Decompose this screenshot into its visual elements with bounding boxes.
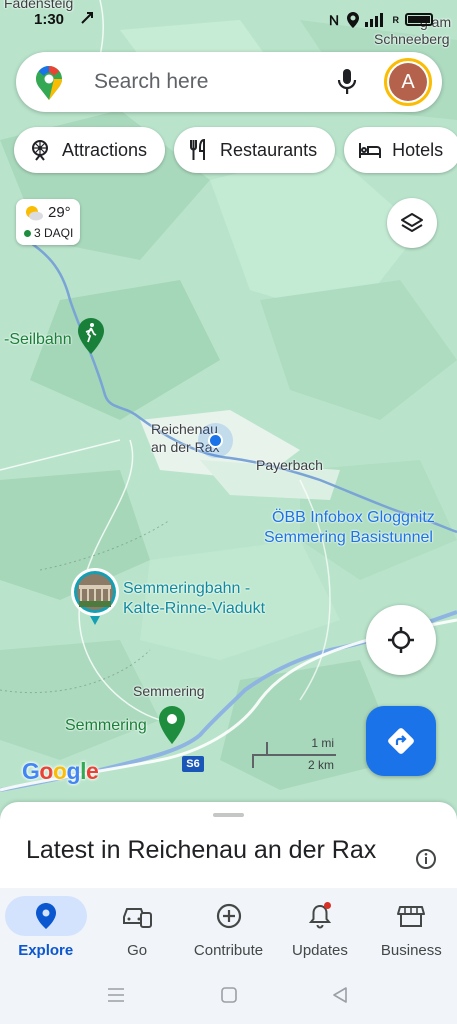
map-label-viaduct[interactable]: Semmeringbahn - bbox=[123, 578, 250, 600]
nav-explore[interactable]: Explore bbox=[0, 888, 91, 964]
nfc-icon: Ｎ bbox=[327, 13, 341, 28]
nav-label: Contribute bbox=[193, 942, 264, 959]
nav-updates[interactable]: Updates bbox=[274, 888, 365, 964]
notification-badge bbox=[323, 902, 331, 909]
map-label-semmering-town[interactable]: Semmering bbox=[133, 682, 205, 700]
directions-icon bbox=[388, 728, 414, 754]
nav-contribute[interactable]: Contribute bbox=[183, 888, 274, 964]
weather-widget[interactable]: 29° 3 DAQI bbox=[16, 199, 80, 245]
weather-temperature: 29° bbox=[48, 204, 71, 221]
directions-button[interactable] bbox=[366, 706, 436, 776]
pin-icon bbox=[35, 903, 56, 929]
weather-aqi: 3 DAQI bbox=[34, 226, 74, 240]
menu-icon[interactable] bbox=[106, 986, 126, 1004]
status-bar: 1:30 Ｎ R bbox=[0, 0, 457, 36]
bottom-navigation: Explore Go Contribute Updates Business bbox=[0, 888, 457, 964]
sheet-title: Latest in Reichenau an der Rax bbox=[26, 836, 377, 864]
car-icon bbox=[123, 908, 153, 928]
hiking-pin-icon[interactable] bbox=[78, 318, 104, 354]
chip-label: Hotels bbox=[392, 139, 444, 160]
info-icon[interactable] bbox=[415, 848, 437, 870]
layers-button[interactable] bbox=[387, 198, 437, 248]
storefront-icon bbox=[397, 906, 426, 927]
aqi-status-dot bbox=[24, 230, 31, 237]
maps-logo-icon bbox=[36, 66, 62, 100]
map-label-oebb-infobox-2[interactable]: Semmering Basistunnel bbox=[264, 527, 433, 549]
my-location-button[interactable] bbox=[366, 605, 436, 675]
search-bar[interactable]: Search here A bbox=[16, 52, 442, 112]
nav-business[interactable]: Business bbox=[366, 888, 457, 964]
bed-icon bbox=[359, 143, 382, 158]
map-label-payerbach[interactable]: Payerbach bbox=[256, 456, 323, 474]
chip-restaurants[interactable]: Restaurants bbox=[174, 127, 336, 173]
microphone-icon[interactable] bbox=[336, 67, 358, 97]
map-label-reichenau[interactable]: Reichenau bbox=[151, 420, 218, 438]
nav-label: Go bbox=[127, 942, 148, 959]
bottom-sheet[interactable]: Latest in Reichenau an der Rax bbox=[0, 802, 457, 902]
roaming-indicator: R bbox=[392, 14, 400, 25]
nav-label: Explore bbox=[18, 942, 74, 959]
current-location-dot[interactable] bbox=[208, 433, 223, 448]
sheet-drag-handle[interactable] bbox=[213, 813, 244, 817]
system-navigation-bar bbox=[0, 964, 457, 1024]
place-pin-icon[interactable] bbox=[159, 706, 185, 744]
road-badge-s6: S6 bbox=[182, 756, 204, 772]
search-input[interactable]: Search here bbox=[94, 70, 208, 94]
notification-icon bbox=[81, 12, 93, 24]
viaduct-photo-pin-icon[interactable] bbox=[70, 567, 120, 627]
location-status-icon bbox=[346, 11, 359, 28]
signal-icon bbox=[364, 12, 383, 27]
scale-metric: 2 km bbox=[307, 758, 334, 772]
nav-go[interactable]: Go bbox=[91, 888, 182, 964]
nav-label: Updates bbox=[291, 942, 348, 959]
account-avatar[interactable]: A bbox=[384, 58, 432, 106]
category-chips: Attractions Restaurants Hotels bbox=[14, 127, 457, 173]
back-icon[interactable] bbox=[331, 986, 349, 1004]
chip-hotels[interactable]: Hotels bbox=[344, 127, 457, 173]
partly-cloudy-icon bbox=[26, 206, 43, 221]
status-time: 1:30 bbox=[34, 11, 65, 28]
chip-label: Attractions bbox=[62, 139, 148, 160]
map-label-oebb-infobox[interactable]: ÖBB Infobox Gloggnitz bbox=[272, 507, 435, 529]
map-label-seilbahn[interactable]: -Seilbahn bbox=[4, 330, 72, 350]
map-label-semmering-poi[interactable]: Semmering bbox=[65, 716, 147, 736]
home-icon[interactable] bbox=[220, 986, 238, 1004]
status-icons: Ｎ R bbox=[327, 10, 433, 29]
google-logo: Google bbox=[22, 758, 99, 784]
nav-label: Business bbox=[380, 942, 442, 959]
fork-knife-icon bbox=[190, 138, 206, 160]
chip-label: Restaurants bbox=[220, 139, 318, 160]
ferris-wheel-icon bbox=[32, 140, 48, 161]
add-circle-icon bbox=[216, 903, 241, 929]
chip-attractions[interactable]: Attractions bbox=[14, 127, 166, 173]
map-scale: 1 mi 2 km bbox=[252, 736, 352, 776]
layers-icon bbox=[401, 213, 423, 232]
map-label-viaduct-2[interactable]: Kalte-Rinne-Viadukt bbox=[123, 598, 265, 620]
scale-imperial: 1 mi bbox=[311, 736, 334, 750]
battery-icon bbox=[405, 13, 433, 26]
crosshair-icon bbox=[388, 627, 414, 653]
